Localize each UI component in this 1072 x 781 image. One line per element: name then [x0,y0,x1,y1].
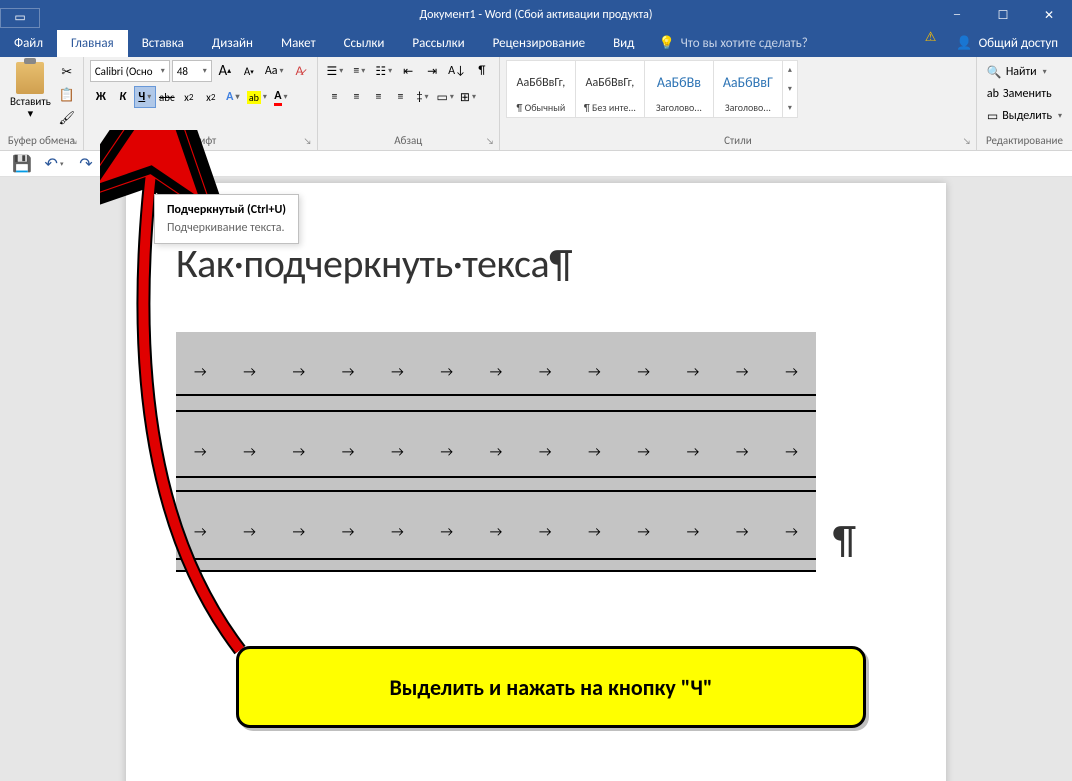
minimize-button[interactable]: ─ [934,0,980,30]
highlight-button[interactable]: ab▾ [244,86,270,108]
group-editing: 🔍Найти▾ abЗаменить ▭Выделить▾ Редактиров… [977,57,1072,150]
maximize-button[interactable]: ☐ [980,0,1026,30]
annotation-callout: Выделить и нажать на кнопку "Ч" [236,646,866,728]
lightbulb-icon: 💡 [658,36,674,51]
styles-more-button[interactable]: ▴▾▾ [782,60,798,118]
paste-button[interactable]: Вставить▾ [6,60,55,122]
find-button[interactable]: 🔍Найти▾ [983,62,1066,82]
shrink-font-button[interactable]: A▾ [238,60,260,82]
document-table[interactable]: →→→→→→→→→→→→→ →→→→→→→→→→→→→ →→→→→→→→→→→→… [176,332,816,572]
numbering-button[interactable]: ≡▾ [348,60,370,82]
group-clipboard: Вставить▾ ✂ 📋 🖌 Буфер обмена ↘ [0,57,84,150]
bullets-button[interactable]: ☰▾ [324,60,347,82]
font-name-combo[interactable]: Calibri (Осно▾ [90,60,170,82]
underline-button[interactable]: Ч▾ [134,86,156,108]
redo-button[interactable]: ↷ [74,153,98,175]
tell-me-search[interactable]: 💡 Что вы хотите сделать? [648,30,924,57]
tab-file[interactable]: Файл [0,30,57,57]
style-heading2[interactable]: АаБбВвГЗаголово... [713,60,783,118]
align-right-button[interactable]: ≡ [368,86,390,108]
cut-button[interactable]: ✂ [57,62,77,82]
pilcrow-icon: ¶ [833,515,856,564]
line-spacing-button[interactable]: ‡▾ [412,86,434,108]
style-no-spacing[interactable]: АаБбВвГг,¶ Без инте... [575,60,645,118]
copy-button[interactable]: 📋 [57,85,77,105]
decrease-indent-button[interactable]: ⇤ [397,60,419,82]
warning-icon: ⚠ [925,30,937,57]
strikethrough-button[interactable]: abc [156,86,178,108]
style-normal[interactable]: АаБбВвГг,¶ Обычный [506,60,576,118]
italic-button[interactable]: К [112,86,134,108]
align-center-button[interactable]: ≡ [346,86,368,108]
search-icon: 🔍 [987,65,1002,80]
tab-mailings[interactable]: Рассылки [398,30,478,57]
cursor-icon: ▭ [987,109,998,124]
save-button[interactable]: 💾 [10,153,34,175]
tooltip-title: Подчеркнутый (Ctrl+U) [167,203,286,217]
justify-button[interactable]: ≡ [390,86,412,108]
group-label: Стили [506,132,970,148]
group-label: Абзац [324,132,493,148]
table-row[interactable]: →→→→→→→→→→→→→ [176,492,816,572]
table-row[interactable]: →→→→→→→→→→→→→ [176,412,816,492]
clear-formatting-button[interactable]: A̷ [289,60,311,82]
font-size-combo[interactable]: 48▾ [172,60,212,82]
undo-button[interactable]: ↶▾ [42,153,66,175]
group-label: Редактирование [983,132,1066,148]
person-icon: 👤 [956,36,972,51]
clipboard-icon [16,62,44,94]
increase-indent-button[interactable]: ⇥ [421,60,443,82]
tab-layout[interactable]: Макет [267,30,330,57]
subscript-button[interactable]: x2 [178,86,200,108]
ribbon-tabs: Файл Главная Вставка Дизайн Макет Ссылки… [0,30,1072,57]
tab-design[interactable]: Дизайн [198,30,267,57]
ribbon-display-options-icon[interactable]: ▭ [0,8,40,28]
dialog-launcher-icon[interactable]: ↘ [302,135,314,147]
font-color-button[interactable]: A▾ [270,86,292,108]
group-font: Calibri (Осно▾ 48▾ A▴ A▾ Aa▾ A̷ Ж К Ч▾ a… [84,57,318,150]
tab-review[interactable]: Рецензирование [479,30,599,57]
dialog-launcher-icon[interactable]: ↘ [961,135,973,147]
group-label: Буфер обмена [6,132,77,148]
dialog-launcher-icon[interactable]: ↘ [484,135,496,147]
align-left-button[interactable]: ≡ [324,86,346,108]
show-marks-button[interactable]: ¶ [471,60,493,82]
change-case-button[interactable]: Aa▾ [262,60,287,82]
select-button[interactable]: ▭Выделить▾ [983,106,1066,126]
quick-access-toolbar: 💾 ↶▾ ↷ [0,151,1072,177]
style-heading1[interactable]: АаБбВвЗаголово... [644,60,714,118]
tooltip-description: Подчеркивание текста. [167,221,286,235]
replace-icon: ab [987,87,999,101]
tab-insert[interactable]: Вставка [128,30,198,57]
dialog-launcher-icon[interactable]: ↘ [68,135,80,147]
title-bar: Документ1 - Word (Сбой активации продукт… [0,0,1072,30]
group-paragraph: ☰▾ ≡▾ ☷▾ ⇤ ⇥ A↓ ¶ ≡ ≡ ≡ ≡ ‡▾ ▭▾ ⊞▾ Абзац… [318,57,500,150]
borders-button[interactable]: ⊞▾ [457,86,479,108]
group-label: Шрифт [90,132,311,148]
sort-button[interactable]: A↓ [445,60,469,82]
bold-button[interactable]: Ж [90,86,112,108]
tab-references[interactable]: Ссылки [330,30,399,57]
document-heading[interactable]: Как·подчеркнуть·текса¶ [176,239,896,288]
group-styles: АаБбВвГг,¶ Обычный АаБбВвГг,¶ Без инте..… [500,57,977,150]
tab-home[interactable]: Главная [57,30,128,57]
grow-font-button[interactable]: A▴ [214,60,236,82]
window-title: Документ1 - Word (Сбой активации продукт… [419,8,652,22]
table-row[interactable]: →→→→→→→→→→→→→ [176,332,816,412]
tab-view[interactable]: Вид [599,30,648,57]
multilevel-button[interactable]: ☷▾ [372,60,395,82]
superscript-button[interactable]: x2 [200,86,222,108]
tooltip: Подчеркнутый (Ctrl+U) Подчеркивание текс… [154,194,299,244]
format-painter-button[interactable]: 🖌 [57,108,77,128]
share-button[interactable]: 👤 Общий доступ [942,30,1072,57]
close-button[interactable]: ✕ [1026,0,1072,30]
replace-button[interactable]: abЗаменить [983,84,1066,104]
shading-button[interactable]: ▭▾ [434,86,457,108]
text-effects-button[interactable]: A▾ [222,86,244,108]
ribbon: Вставить▾ ✂ 📋 🖌 Буфер обмена ↘ Calibri (… [0,57,1072,151]
